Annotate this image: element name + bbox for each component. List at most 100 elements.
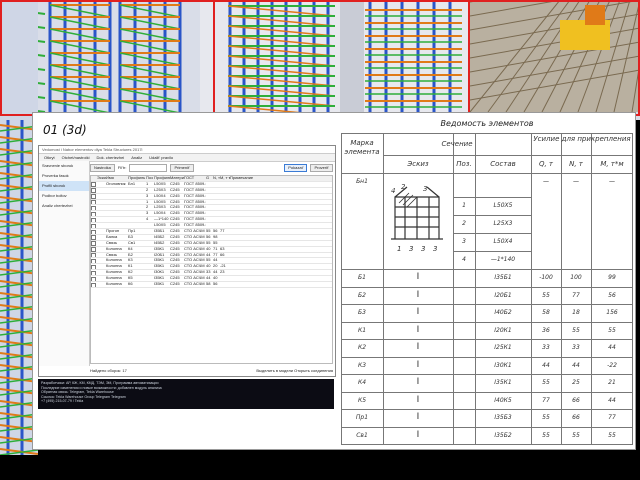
grid-cell: Бн1: [128, 181, 136, 186]
check-button[interactable]: Proverit': [310, 163, 333, 172]
grid-cell: [97, 247, 106, 252]
grid-header-cell[interactable]: M, т·м: [220, 176, 230, 181]
checkbox-box[interactable]: [91, 247, 96, 252]
settings-button[interactable]: Nastroika: [90, 163, 115, 172]
menu-item-open[interactable]: Otkryt: [42, 155, 57, 160]
grid-header-cell[interactable]: Профиль: [154, 176, 170, 181]
grid-header-cell[interactable]: Имя: [106, 176, 128, 181]
checkbox-box[interactable]: [91, 194, 96, 199]
grid-cell: L50X5: [154, 223, 166, 228]
checkbox-box[interactable]: [91, 182, 96, 187]
grid-cell: [206, 188, 213, 193]
checkbox-box[interactable]: [91, 270, 96, 276]
grid-header-cell[interactable]: N, т: [213, 176, 220, 181]
beam-section-icon: I: [416, 272, 420, 282]
grid-cell: 56: [213, 229, 218, 234]
sidebar-item-profiles[interactable]: Profili sborok: [39, 181, 89, 191]
grid-cell: [230, 229, 260, 234]
grid-cell: [213, 200, 220, 205]
checkbox-box[interactable]: [91, 264, 96, 270]
sidebar-item-compare[interactable]: Sravnenie sborok: [39, 161, 89, 171]
slide-title: 01 (3d): [43, 123, 87, 137]
grid-cell: —1*140: [154, 217, 169, 222]
grid-cell: [97, 253, 106, 258]
grid-cell: [213, 188, 220, 193]
sidebar-item-drawings[interactable]: Analiz chertezhei: [39, 201, 89, 211]
checkbox-box[interactable]: [91, 276, 96, 282]
grid-footer: Найдено сборок: 17 Выделить в модели Отк…: [90, 366, 333, 374]
row-m: 44: [608, 344, 616, 351]
menu-item-delete-rule[interactable]: Udalit' pravilo: [147, 155, 175, 160]
menu-item-report[interactable]: Otchet/nastroiki: [60, 155, 92, 160]
grid-cell: I45Б2: [154, 240, 165, 245]
checkbox-box[interactable]: [91, 217, 96, 223]
grid-row[interactable]: Колонна К6 I35К1 С245 СТО АСЧМ 20-935856: [91, 282, 332, 288]
row-m: 44: [608, 396, 616, 404]
checkbox-box[interactable]: [91, 229, 96, 234]
grid-cell: I35Б1: [154, 229, 165, 234]
grid-cell: 3: [146, 193, 149, 198]
grid-header-cell[interactable]: ГОСТ: [184, 176, 206, 181]
grid-cell: С245: [170, 282, 180, 287]
grid-cell: 40: [206, 246, 211, 251]
console-line: +7 (495) 215-07-79 / Tekla: [41, 399, 84, 404]
menu-item-drawings[interactable]: Dok. chertezhei: [94, 155, 126, 160]
grid-cell: [220, 217, 230, 222]
checkbox-box[interactable]: [91, 200, 96, 205]
filter-input[interactable]: [129, 163, 168, 172]
header-composition: Состав: [490, 160, 516, 168]
sketch-label: 1: [397, 245, 401, 253]
grid-cell: Связь: [106, 240, 118, 245]
grid-cell: [128, 194, 146, 199]
grid-cell: [128, 223, 146, 228]
grid-cell: Колонна: [106, 276, 122, 281]
row-n: 66: [572, 414, 580, 421]
row-m: 156: [606, 309, 618, 316]
grid-header-cell[interactable]: Поз: [146, 176, 154, 181]
row-mark: К1: [357, 326, 367, 334]
grid-cell: 98: [213, 234, 218, 239]
grid-cell: L50X4: [154, 211, 166, 216]
grid-header-cell[interactable]: G: [206, 176, 213, 181]
grid-header-cell[interactable]: Профиль: [128, 176, 146, 181]
checkbox-box[interactable]: [91, 205, 96, 211]
header-mark: Марка элемента: [344, 139, 380, 156]
menu-item-analysis[interactable]: Analiz: [129, 155, 144, 160]
row-q: 33: [542, 344, 550, 351]
grid-cell: СТО АСЧМ 20-93: [184, 264, 206, 269]
sidebar-item-bolts[interactable]: Podbor boltov: [39, 191, 89, 201]
row-mark: Б1: [358, 274, 366, 281]
sketch-label: 3: [423, 185, 427, 193]
beam-section-icon: I: [416, 429, 420, 440]
grid-cell: [97, 276, 106, 281]
checkbox-box[interactable]: [91, 235, 96, 240]
checkbox-box[interactable]: [91, 188, 96, 193]
show-button[interactable]: Pokazat': [284, 163, 308, 172]
grid-cell: [106, 211, 128, 216]
grid-cell: I35К1: [154, 258, 165, 263]
row-composition: I35Б1: [494, 274, 512, 281]
checkbox-box[interactable]: [91, 211, 96, 217]
group-pos: 1: [462, 202, 466, 209]
sidebar-item-bevels[interactable]: Proverka fasok: [39, 171, 89, 181]
checkbox-box[interactable]: [91, 282, 96, 287]
grid-cell: С245: [170, 234, 180, 239]
grid-header-cell[interactable]: Эскиз: [97, 176, 106, 181]
row-n: 18: [572, 309, 580, 316]
checkbox-box[interactable]: [91, 223, 96, 229]
grid-cell: 44: [213, 270, 218, 275]
apply-button[interactable]: Primenit': [170, 163, 194, 172]
grid-cell: К3: [128, 258, 133, 263]
grid-cell: [230, 276, 260, 281]
footer-actions[interactable]: Выделить в модели Открыть соединения: [256, 368, 333, 373]
checkbox-box[interactable]: [91, 241, 96, 246]
grid-header-cell[interactable]: Материал: [170, 176, 184, 181]
grid-header-cell[interactable]: Примечание: [230, 176, 260, 181]
row-n: 55: [572, 326, 580, 334]
checkbox-box[interactable]: [91, 253, 96, 258]
grid-cell: [230, 247, 260, 252]
row-composition: I35Б3: [494, 414, 512, 421]
grid-cell: К5: [128, 276, 133, 281]
row-composition: I40К5: [494, 396, 512, 404]
checkbox-box[interactable]: [91, 258, 96, 264]
